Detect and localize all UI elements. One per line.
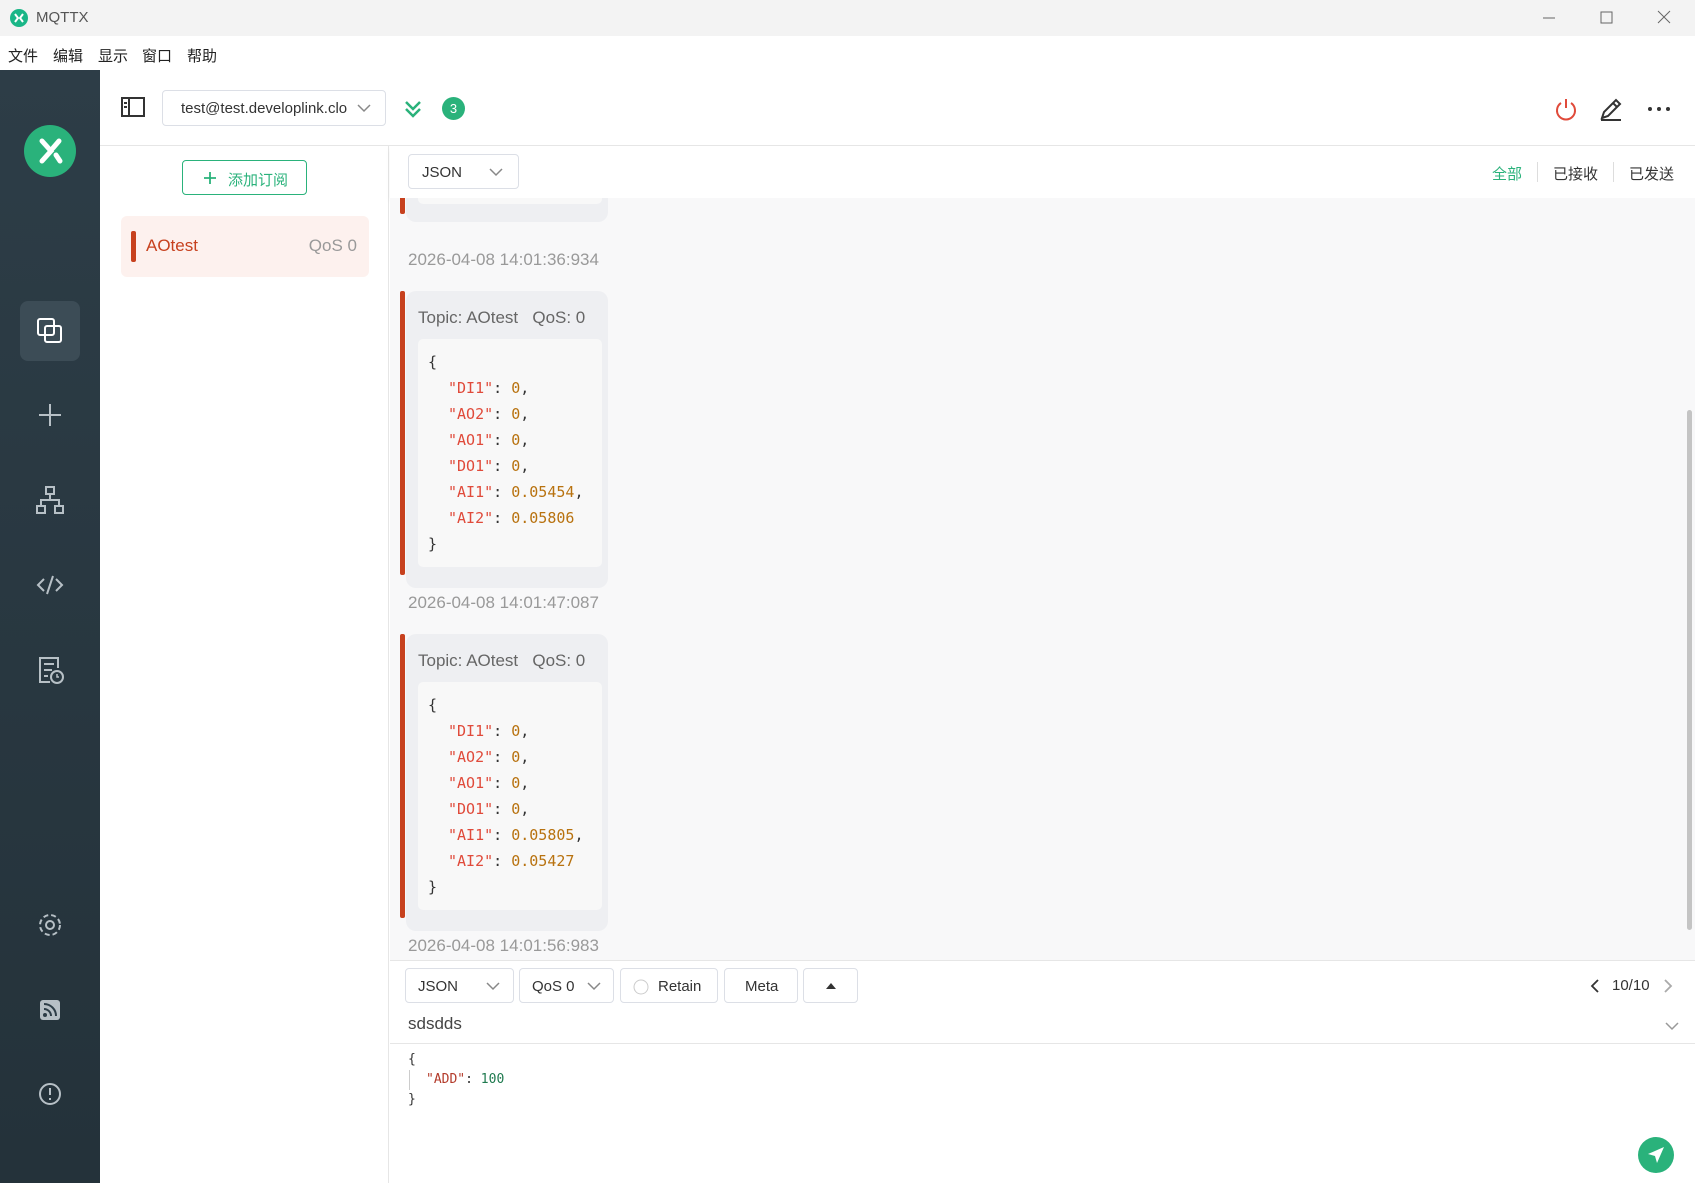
publish-payload-editor[interactable]: { "ADD": 100 } — [408, 1050, 504, 1110]
connections-icon[interactable] — [20, 301, 80, 361]
chevron-down-icon — [486, 982, 500, 991]
divider — [1613, 162, 1614, 182]
publish-format-select[interactable]: JSON — [405, 968, 514, 1003]
message-qos: QoS: 0 — [532, 308, 586, 327]
add-subscription-label: 添加订阅 — [228, 172, 289, 189]
message-card: Topic: AOtest QoS: 0 { "DI1": 0, "AO2": … — [400, 291, 608, 588]
script-icon[interactable] — [20, 555, 80, 615]
maximize-button[interactable] — [1577, 0, 1635, 36]
chevron-down-icon — [357, 104, 371, 113]
chevron-down-icon — [489, 168, 503, 177]
message-payload: { "DI1": 0, "AO2": 0, "AO1": 0, "DO1": 0… — [418, 339, 602, 567]
toggle-sidebar-icon[interactable] — [120, 96, 146, 118]
about-icon[interactable] — [20, 1064, 80, 1124]
more-options-icon[interactable] — [1644, 95, 1674, 123]
send-icon — [1648, 1147, 1664, 1163]
subscription-qos: QoS 0 — [308, 236, 357, 255]
chevron-down-icon — [587, 982, 601, 991]
expand-composer-button[interactable] — [803, 968, 858, 1003]
message-color-bar — [400, 291, 405, 575]
message-card: } — [400, 198, 608, 222]
publish-format-value: JSON — [418, 978, 459, 995]
message-color-bar — [400, 198, 405, 214]
close-window-button[interactable] — [1635, 0, 1693, 36]
message-count-badge: 3 — [442, 97, 465, 120]
message-list: } 2026-04-08 14:01:36:934 Topic: AOtest … — [390, 198, 1695, 960]
message-scrollbar[interactable] — [1687, 410, 1692, 930]
message-color-bar — [400, 634, 405, 918]
message-topic: Topic: AOtest — [418, 308, 519, 327]
subscription-color-bar — [131, 231, 136, 262]
chevron-down-icon[interactable] — [1664, 1020, 1680, 1032]
minimize-button[interactable] — [1519, 0, 1577, 36]
message-timestamp: 2026-04-08 14:01:56:983 — [408, 936, 599, 955]
subscribe-feed-icon[interactable] — [20, 980, 80, 1040]
message-timestamp: 2026-04-08 14:01:47:087 — [408, 593, 599, 612]
meta-button[interactable]: Meta — [724, 968, 798, 1003]
message-payload: } — [418, 198, 602, 204]
publish-qos-select[interactable]: QoS 0 — [519, 968, 614, 1003]
message-payload: { "DI1": 0, "AO2": 0, "AO1": 0, "DO1": 0… — [418, 682, 602, 910]
filter-sent[interactable]: 已发送 — [1629, 163, 1674, 184]
disconnect-power-icon[interactable] — [1552, 95, 1580, 123]
subscription-item[interactable]: AOtest QoS 0 — [121, 216, 369, 277]
chevron-right-icon[interactable] — [1662, 978, 1674, 994]
message-meta: Topic: AOtest QoS: 0 — [418, 308, 585, 328]
divider — [1537, 162, 1538, 182]
mqttx-logo-icon[interactable] — [24, 125, 76, 177]
caret-up-icon — [826, 983, 836, 989]
message-meta: Topic: AOtest QoS: 0 — [418, 651, 585, 671]
menu-edit[interactable]: 编辑 — [53, 45, 83, 66]
connection-name: test@test.developlink.clo — [181, 100, 348, 117]
subscription-topic: AOtest — [146, 236, 198, 255]
settings-icon[interactable] — [20, 895, 80, 955]
payload-format-select[interactable]: JSON — [408, 154, 519, 189]
menu-view[interactable]: 显示 — [98, 45, 128, 66]
new-connection-icon[interactable] — [20, 385, 80, 445]
add-subscription-button[interactable]: 添加订阅 — [182, 160, 307, 195]
edit-connection-icon[interactable] — [1597, 95, 1625, 123]
publish-qos-value: QoS 0 — [532, 978, 575, 995]
chevron-left-icon[interactable] — [1589, 978, 1601, 994]
message-timestamp: 2026-04-08 14:01:36:934 — [408, 250, 599, 269]
publish-topic-input[interactable]: sdsdds — [408, 1014, 462, 1034]
collapse-double-chevron-icon[interactable] — [402, 98, 424, 120]
message-topic: Topic: AOtest — [418, 651, 519, 670]
menu-file[interactable]: 文件 — [8, 45, 38, 66]
app-logo-icon — [10, 9, 28, 27]
divider — [390, 1043, 1695, 1044]
retain-label: Retain — [658, 978, 702, 995]
message-qos: QoS: 0 — [532, 651, 586, 670]
payload-format-value: JSON — [422, 164, 463, 181]
history-pagination: 10/10 — [1612, 977, 1650, 994]
topology-icon[interactable] — [20, 470, 80, 530]
log-icon[interactable] — [20, 640, 80, 700]
radio-icon — [633, 979, 649, 995]
menu-window[interactable]: 窗口 — [142, 45, 172, 66]
message-card: Topic: AOtest QoS: 0 { "DI1": 0, "AO2": … — [400, 634, 608, 931]
window-title: MQTTX — [36, 9, 89, 26]
subscriptions-panel — [100, 146, 389, 1183]
menu-bar — [0, 36, 1695, 70]
filter-all[interactable]: 全部 — [1492, 163, 1522, 184]
connection-select[interactable]: test@test.developlink.clo — [162, 90, 386, 126]
plus-icon — [204, 172, 216, 184]
filter-received[interactable]: 已接收 — [1553, 163, 1598, 184]
retain-toggle[interactable]: Retain — [620, 968, 718, 1003]
send-message-button[interactable] — [1638, 1137, 1674, 1173]
title-bar — [0, 0, 1695, 36]
menu-help[interactable]: 帮助 — [187, 45, 217, 66]
meta-label: Meta — [745, 978, 779, 995]
